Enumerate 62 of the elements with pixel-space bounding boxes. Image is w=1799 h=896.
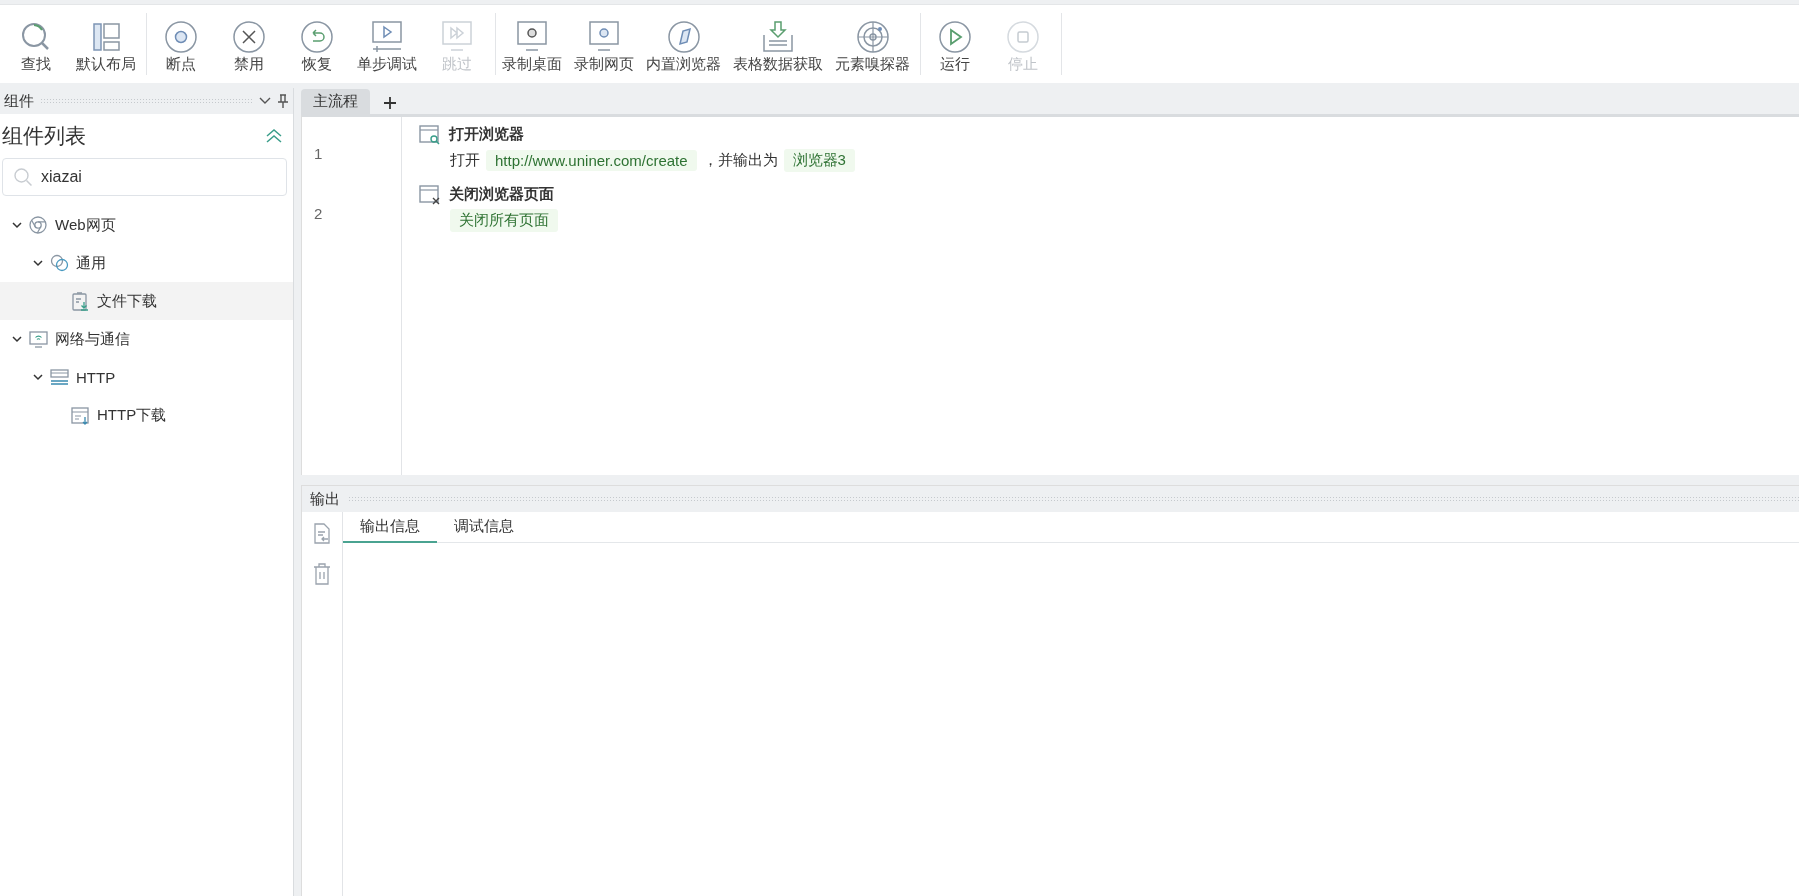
chevron-down-icon[interactable] [11,333,23,345]
toolbar-button[interactable]: 禁用 [215,13,283,75]
parameter-tag[interactable]: 浏览器3 [783,149,855,172]
chevron-down-icon [259,97,271,105]
trash-icon [312,562,332,586]
step-title: 关闭浏览器页面 [449,184,554,204]
parameter-tag[interactable]: 关闭所有页面 [450,209,558,232]
chevron-down-icon[interactable] [32,371,44,383]
globe-icon [28,214,49,236]
toolbar-button[interactable]: 查找 [2,13,70,75]
panel-title: 输出 [310,489,340,509]
flow-tab[interactable]: 主流程 [301,89,370,114]
tree-item[interactable]: 通用 [0,244,293,282]
search-icon [13,167,33,187]
browser-window-close-icon [418,183,440,205]
output-tab[interactable]: 输出信息 [343,512,437,543]
toolbar-button[interactable]: 录制网页 [568,13,640,75]
search-field[interactable]: xiazai [2,158,287,196]
toolbar-button[interactable]: 断点 [147,13,215,75]
line-number: 1 [313,143,324,164]
browser-window-search-icon [418,123,440,145]
circle-x-icon [231,19,267,55]
tree-item[interactable]: 网络与通信 [0,320,293,358]
tree-item[interactable]: 文件下载 [0,282,293,320]
toolbar-button[interactable]: 元素嗅探器 [829,13,916,75]
step-text: ，并输出为 [702,151,778,170]
toolbar-button[interactable]: 录制桌面 [496,13,568,75]
double-chevron-up-icon [265,129,283,143]
circle-dot-icon [163,19,199,55]
tray-download-icon [760,19,796,55]
monitor-wifi-icon [28,328,49,350]
chevron-down-icon[interactable] [11,219,23,231]
chevron-down-icon[interactable] [32,257,44,269]
play-icon [937,19,973,55]
output-tab[interactable]: 调试信息 [437,512,531,543]
window-download-icon [70,404,91,426]
toolbar-button[interactable]: 默认布局 [70,13,142,75]
link-icon [49,252,70,274]
plus-icon [383,96,397,110]
pin-icon [277,94,289,108]
target-icon [854,19,891,55]
tree-item[interactable]: Web网页 [0,206,293,244]
toolbar-button[interactable]: 表格数据获取 [727,13,829,75]
stop-icon [1005,19,1041,55]
tree-item[interactable]: HTTP下载 [0,396,293,434]
tree-item[interactable]: HTTP [0,358,293,396]
line-number: 2 [313,203,324,224]
compass-icon [665,19,702,55]
clipboard-download-icon [70,290,91,312]
toolbar-button[interactable]: 内置浏览器 [640,13,727,75]
step-text: 打开 [450,151,480,170]
panel-title: 组件 [4,91,34,111]
play-screen-icon [369,19,405,55]
toolbar-button[interactable]: 运行 [921,13,989,75]
file-arrow-icon [312,522,332,546]
step-title: 打开浏览器 [449,124,524,144]
undo-icon [299,19,335,55]
server-icon [49,366,70,388]
toolbar-button[interactable]: 单步调试 [351,13,423,75]
toolbar-button[interactable]: 恢复 [283,13,351,75]
panel-heading: 组件列表 [2,123,86,149]
parameter-tag[interactable]: http://www.uniner.com/create [486,150,697,171]
